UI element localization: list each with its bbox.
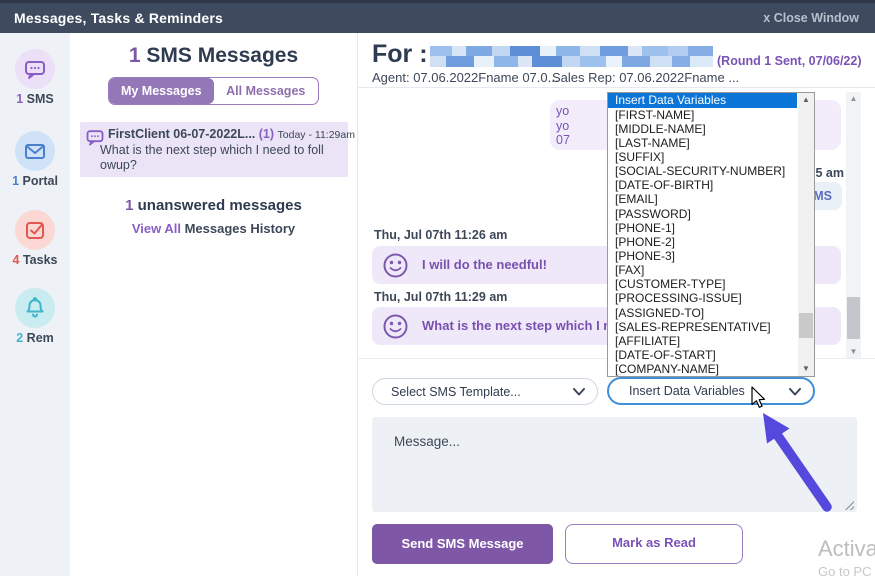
for-label: For : (372, 40, 428, 69)
history-label: Messages History (185, 221, 296, 236)
sidebar-item-portal[interactable]: 1 Portal (0, 131, 70, 188)
smiley-icon (382, 313, 409, 340)
sms-count: 1 (16, 92, 23, 106)
thread-preview: What is the next step which I need to fo… (100, 143, 338, 172)
dropdown-option[interactable]: [PHONE-2] (608, 235, 797, 249)
scroll-up-arrow-icon[interactable]: ▲ (846, 92, 861, 105)
dropdown-option[interactable]: [ASSIGNED-TO] (608, 306, 797, 320)
send-sms-button[interactable]: Send SMS Message (372, 524, 553, 564)
dropdown-option[interactable]: [COMPANY-NAME] (608, 362, 797, 376)
bell-icon (15, 288, 55, 328)
scroll-down-arrow-icon[interactable]: ▼ (798, 362, 814, 376)
dropdown-option[interactable]: [MIDDLE-NAME] (608, 122, 797, 136)
dropdown-option[interactable]: [DATE-OF-BIRTH] (608, 178, 797, 192)
dropdown-option[interactable]: [FAX] (608, 263, 797, 277)
scroll-up-arrow-icon[interactable]: ▲ (798, 93, 814, 107)
sidebar-item-sms[interactable]: 1 SMS (0, 49, 70, 106)
messages-window: Messages, Tasks & Reminders x Close Wind… (0, 0, 875, 576)
chat-scrollbar[interactable]: ▲ ▼ (846, 92, 861, 358)
dropdown-option[interactable]: [CUSTOMER-TYPE] (608, 277, 797, 291)
dropdown-option[interactable]: [FIRST-NAME] (608, 108, 797, 122)
messages-tabs: My Messages All Messages (108, 77, 319, 105)
agent-info: Agent: 07.06.2022Fname 07.0... (372, 70, 558, 85)
thread-time: Today - 11:29am (278, 129, 355, 141)
title-bar-top-strip (0, 0, 875, 3)
reminders-count: 2 (16, 331, 23, 345)
sms-label: SMS (27, 92, 54, 106)
dropdown-option[interactable]: [PHONE-3] (608, 249, 797, 263)
dropdown-options-list: Insert Data Variables [FIRST-NAME] [MIDD… (608, 93, 797, 376)
dropdown-option[interactable]: [EMAIL] (608, 192, 797, 206)
close-window-button[interactable]: x Close Window (763, 11, 859, 25)
tab-my-messages[interactable]: My Messages (109, 78, 214, 104)
sms-messages-heading: 1 SMS Messages (70, 44, 357, 68)
chevron-down-icon (573, 388, 585, 396)
tasks-label: Tasks (23, 253, 58, 267)
smiley-icon (382, 252, 409, 279)
reminders-label: Rem (27, 331, 54, 345)
scroll-down-arrow-icon[interactable]: ▼ (846, 345, 861, 358)
chevron-down-icon (789, 388, 801, 396)
dropdown-option[interactable]: [PHONE-1] (608, 221, 797, 235)
view-all-history-link[interactable]: View All Messages History (70, 221, 357, 236)
sms-template-select[interactable]: Select SMS Template... (372, 378, 598, 405)
envelope-icon (15, 131, 55, 171)
round-sent-note: (Round 1 Sent, 07/06/22) (717, 54, 861, 68)
portal-label: Portal (23, 174, 58, 188)
tasks-count: 4 (13, 253, 20, 267)
dropdown-option[interactable]: [LAST-NAME] (608, 136, 797, 150)
unanswered-count: 1 (125, 197, 133, 214)
dropdown-option[interactable]: [DATE-OF-START] (608, 348, 797, 362)
dropdown-option[interactable]: [PROCESSING-ISSUE] (608, 291, 797, 305)
sms-messages-title: SMS Messages (146, 44, 298, 67)
sales-rep-info: Sales Rep: 07.06.2022Fname ... (552, 70, 739, 85)
insert-variables-dropdown-popup: Insert Data Variables [FIRST-NAME] [MIDD… (607, 92, 815, 377)
dropdown-option[interactable]: [PASSWORD] (608, 207, 797, 221)
activate-windows-watermark: Activate Windows (818, 536, 875, 562)
dropdown-option[interactable]: [SALES-REPRESENTATIVE] (608, 320, 797, 334)
dropdown-option[interactable]: [SOCIAL-SECURITY-NUMBER] (608, 164, 797, 178)
redacted-recipient-name (430, 46, 713, 67)
unanswered-summary: 1 unanswered messages (70, 197, 357, 214)
message-text: I will do the needful! (422, 257, 547, 272)
unread-badge: (1) (259, 127, 274, 141)
unanswered-label: unanswered messages (138, 197, 302, 214)
panel-divider (357, 33, 358, 576)
dropdown-scrollbar[interactable]: ▲ ▼ (798, 93, 814, 376)
go-to-pc-watermark: Go to PC (818, 564, 871, 576)
message-input[interactable] (372, 417, 857, 512)
mark-as-read-button[interactable]: Mark as Read (565, 524, 743, 564)
message-list-item[interactable]: FirstClient 06-07-2022L... (1) Today - 1… (80, 122, 348, 177)
window-title: Messages, Tasks & Reminders (14, 10, 223, 26)
chat-bubble-icon (15, 49, 55, 89)
message-timestamp: Thu, Jul 07th 11:26 am (374, 228, 507, 242)
task-check-icon (15, 210, 55, 250)
sms-messages-count: 1 (129, 44, 141, 67)
dropdown-option-selected[interactable]: Insert Data Variables (608, 93, 797, 108)
portal-count: 1 (12, 174, 19, 188)
sidebar-item-reminders[interactable]: 2 Rem (0, 288, 70, 345)
dropdown-option[interactable]: [AFFILIATE] (608, 334, 797, 348)
header-divider (358, 87, 875, 88)
insert-variables-select[interactable]: Insert Data Variables (607, 377, 815, 405)
scrollbar-thumb[interactable] (799, 313, 813, 338)
insert-variables-select-value: Insert Data Variables (629, 384, 745, 398)
sidebar-item-tasks[interactable]: 4 Tasks (0, 210, 70, 267)
dropdown-option[interactable]: [SUFFIX] (608, 150, 797, 164)
sms-template-select-value: Select SMS Template... (391, 385, 521, 399)
scrollbar-thumb[interactable] (847, 297, 860, 339)
view-all-label: View All (132, 221, 181, 236)
thread-name: FirstClient 06-07-2022L... (108, 127, 255, 141)
message-timestamp: Thu, Jul 07th 11:29 am (374, 290, 507, 304)
tab-all-messages[interactable]: All Messages (214, 78, 319, 104)
title-bar: Messages, Tasks & Reminders x Close Wind… (0, 0, 875, 33)
